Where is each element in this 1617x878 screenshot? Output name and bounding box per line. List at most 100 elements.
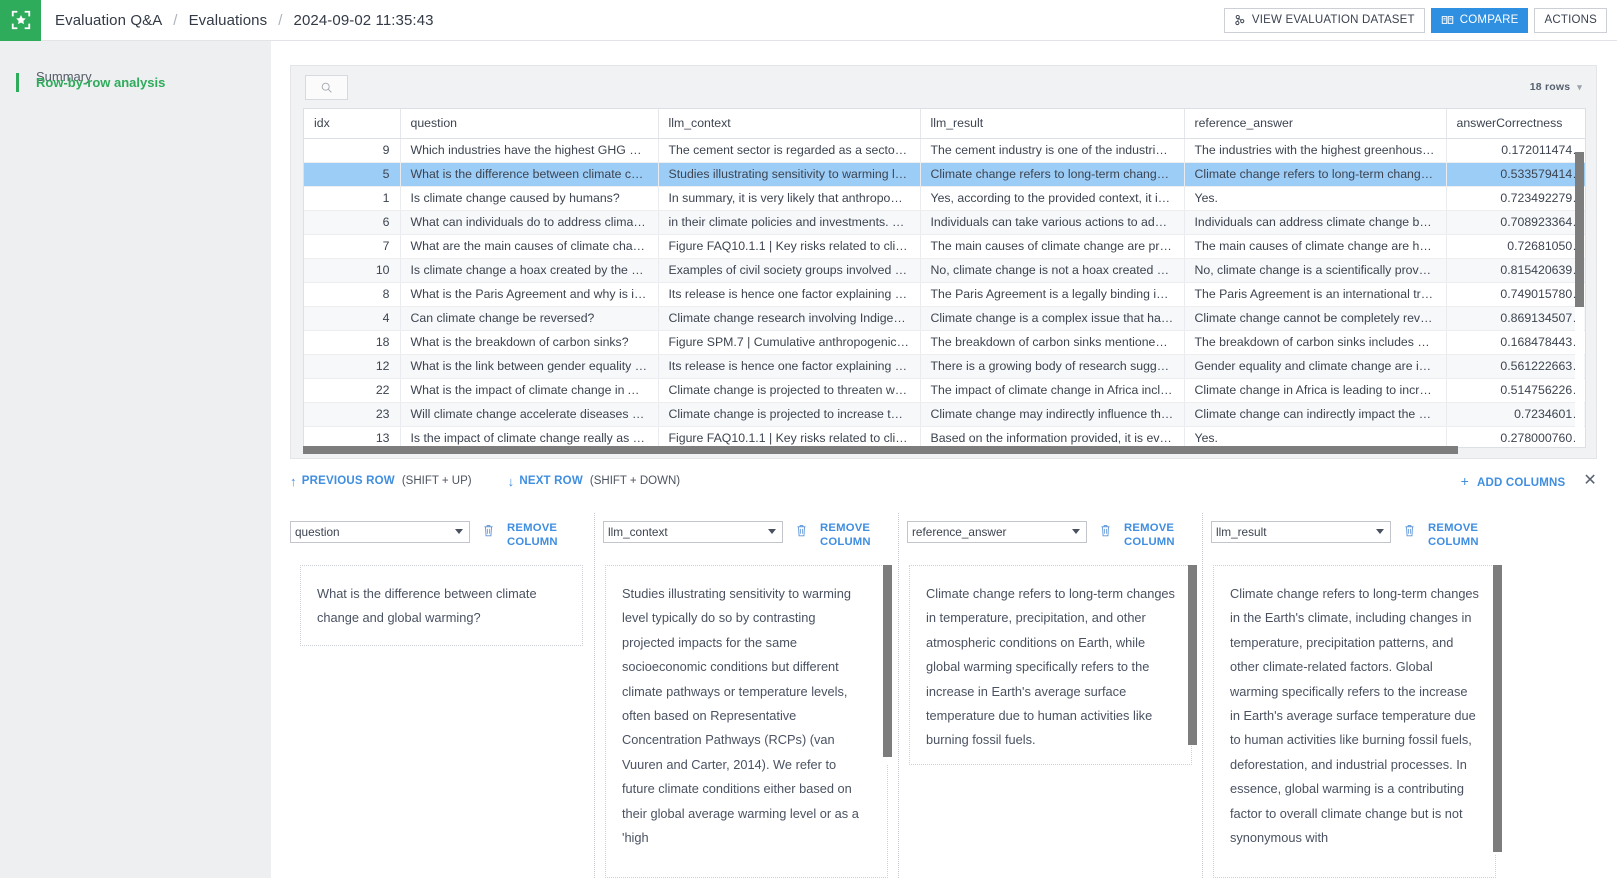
breadcrumb-item-app[interactable]: Evaluation Q&A xyxy=(55,12,162,29)
table-row[interactable]: 13 Is the impact of climate change really… xyxy=(304,426,1585,447)
grid-horizontal-scrollbar-thumb[interactable] xyxy=(303,446,1458,454)
breadcrumb-item-timestamp[interactable]: 2024-09-02 11:35:43 xyxy=(294,12,434,29)
table-cell-llm-result: Climate change is a complex issue that h… xyxy=(920,306,1185,331)
table-cell-llm-context: Figure FAQ10.1.1 | Key risks related to … xyxy=(658,426,921,447)
results-table-card: 18 rows ▾ idx question llm_context llm_r… xyxy=(290,65,1597,459)
table-cell-idx: 13 xyxy=(304,426,401,447)
table-cell-llm-result: The main causes of climate change are pr… xyxy=(920,234,1185,259)
table-row[interactable]: 8 What is the Paris Agreement and why is … xyxy=(304,282,1585,307)
table-row[interactable]: 5 What is the difference between climate … xyxy=(304,162,1585,187)
compare-button[interactable]: COMPARE xyxy=(1430,7,1529,33)
delete-column-icon[interactable] xyxy=(482,523,495,543)
detail-column-scrollbar-thumb[interactable] xyxy=(883,565,892,757)
table-cell-reference-answer: Climate change cannot be completely reve… xyxy=(1184,306,1447,331)
detail-cell-content: Climate change refers to long-term chang… xyxy=(909,565,1192,765)
table-cell-reference-answer: The breakdown of carbon sinks includes o… xyxy=(1184,330,1447,355)
table-cell-idx: 5 xyxy=(304,162,401,187)
table-cell-llm-result: No, climate change is not a hoax created… xyxy=(920,258,1185,283)
table-cell-llm-context: Figure FAQ10.1.1 | Key risks related to … xyxy=(658,234,921,259)
remove-column-button[interactable]: REMOVE COLUMN xyxy=(1124,521,1186,549)
table-cell-question: Is the impact of climate change really a… xyxy=(400,426,659,447)
table-row[interactable]: 12 What is the link between gender equali… xyxy=(304,354,1585,379)
table-row[interactable]: 4 Can climate change be reversed? Climate … xyxy=(304,306,1585,331)
column-select-llm-result[interactable]: idxquestionllm_contextllm_resultreferenc… xyxy=(1211,521,1391,543)
detail-column-scrollbar-thumb[interactable] xyxy=(1188,565,1197,745)
table-search-box[interactable] xyxy=(305,74,348,100)
column-select-llm-context[interactable]: idxquestionllm_contextllm_resultreferenc… xyxy=(603,521,783,543)
sidebar-item-row-by-row-analysis[interactable]: Row-by-row analysis xyxy=(0,69,271,96)
breadcrumb-item-evaluations[interactable]: Evaluations xyxy=(189,12,268,29)
column-header-answer-correctness[interactable]: answerCorrectness xyxy=(1446,109,1585,139)
table-cell-answerCorrectness: 0.168478443… xyxy=(1446,330,1585,355)
detail-column-scrollbar[interactable] xyxy=(1493,565,1502,855)
detail-column-llm-context: idxquestionllm_contextllm_resultreferenc… xyxy=(594,513,898,878)
actions-button[interactable]: ACTIONS xyxy=(1534,7,1607,33)
close-panel-icon[interactable]: ✕ xyxy=(1583,473,1597,489)
delete-column-icon[interactable] xyxy=(1099,523,1112,543)
data-grid-table: idx question llm_context llm_result refe… xyxy=(304,109,1585,447)
next-row-button[interactable]: ↓ NEXT ROW xyxy=(508,474,583,489)
table-cell-reference-answer: Climate change in Africa is leading to i… xyxy=(1184,378,1447,403)
table-cell-reference-answer: Yes. xyxy=(1184,186,1447,211)
table-cell-llm-context: Figure SPM.7 | Cumulative anthropogenic … xyxy=(658,330,921,355)
grid-vertical-scrollbar[interactable] xyxy=(1575,139,1584,447)
table-cell-idx: 4 xyxy=(304,306,401,331)
table-cell-question: Will climate change accelerate diseases … xyxy=(400,402,659,427)
column-header-idx[interactable]: idx xyxy=(304,109,401,139)
column-header-llm-context[interactable]: llm_context xyxy=(658,109,921,139)
search-icon xyxy=(321,82,332,93)
previous-row-button[interactable]: ↑ PREVIOUS ROW xyxy=(290,474,395,489)
table-cell-idx: 8 xyxy=(304,282,401,307)
table-cell-answerCorrectness: 0.172011474… xyxy=(1446,138,1585,163)
table-cell-question: Which industries have the highest GHG em… xyxy=(400,138,659,163)
table-cell-llm-result: Yes, according to the provided context, … xyxy=(920,186,1185,211)
table-cell-llm-context: Climate change research involving Indige… xyxy=(658,306,921,331)
delete-column-icon[interactable] xyxy=(1403,523,1416,543)
detail-column-scrollbar-thumb[interactable] xyxy=(1493,565,1502,852)
column-header-question[interactable]: question xyxy=(400,109,659,139)
add-columns-label: ADD COLUMNS xyxy=(1476,477,1566,489)
table-cell-idx: 1 xyxy=(304,186,401,211)
detail-cell-content: Climate change refers to long-term chang… xyxy=(1213,565,1496,878)
add-columns-button[interactable]: + ADD COLUMNS xyxy=(1461,473,1566,489)
column-select-reference-answer[interactable]: idxquestionllm_contextllm_resultreferenc… xyxy=(907,521,1087,543)
table-cell-question: What is the link between gender equality… xyxy=(400,354,659,379)
column-select-wrapper: idxquestionllm_contextllm_resultreferenc… xyxy=(603,521,783,543)
grid-vertical-scrollbar-thumb[interactable] xyxy=(1575,152,1584,307)
table-cell-reference-answer: The industries with the highest greenhou… xyxy=(1184,138,1447,163)
column-header-llm-result[interactable]: llm_result xyxy=(920,109,1185,139)
detail-column-scrollbar[interactable] xyxy=(883,565,892,765)
table-cell-llm-context: Climate change is projected to increase … xyxy=(658,402,921,427)
app-logo[interactable] xyxy=(0,0,41,41)
row-count-label: 18 rows xyxy=(1529,81,1571,93)
table-cell-llm-result: Climate change refers to long-term chang… xyxy=(920,162,1185,187)
remove-column-button[interactable]: REMOVE COLUMN xyxy=(507,521,569,549)
column-header-reference-answer[interactable]: reference_answer xyxy=(1184,109,1447,139)
top-header-bar: Evaluation Q&A / Evaluations / 2024-09-0… xyxy=(0,0,1617,41)
table-row[interactable]: 10 Is climate change a hoax created by th… xyxy=(304,258,1585,283)
remove-column-button[interactable]: REMOVE COLUMN xyxy=(820,521,882,549)
delete-column-icon[interactable] xyxy=(795,523,808,543)
table-row[interactable]: 18 What is the breakdown of carbon sinks?… xyxy=(304,330,1585,355)
table-cell-llm-context: Studies illustrating sensitivity to warm… xyxy=(658,162,921,187)
row-navigation-bar: ↑ PREVIOUS ROW (SHIFT + UP) ↓ NEXT ROW (… xyxy=(290,468,1597,494)
column-select-question[interactable]: idxquestionllm_contextllm_resultreferenc… xyxy=(290,521,470,543)
view-evaluation-dataset-button[interactable]: VIEW EVALUATION DATASET xyxy=(1223,7,1425,33)
table-cell-llm-context: in their climate policies and investment… xyxy=(658,210,921,235)
table-row[interactable]: 22 What is the impact of climate change i… xyxy=(304,378,1585,403)
table-cell-reference-answer: Climate change can indirectly impact the… xyxy=(1184,402,1447,427)
grid-horizontal-scrollbar[interactable] xyxy=(303,446,1586,454)
table-row[interactable]: 7 What are the main causes of climate cha… xyxy=(304,234,1585,259)
table-cell-answerCorrectness: 0.723492279… xyxy=(1446,186,1585,211)
data-grid[interactable]: idx question llm_context llm_result refe… xyxy=(303,108,1586,448)
chevron-down-icon[interactable]: ▾ xyxy=(1577,82,1582,93)
table-row[interactable]: 1 Is climate change caused by humans? In s… xyxy=(304,186,1585,211)
table-row[interactable]: 23 Will climate change accelerate disease… xyxy=(304,402,1585,427)
detail-column-scrollbar[interactable] xyxy=(1188,565,1197,745)
breadcrumb-separator: / xyxy=(173,11,178,29)
breadcrumb: Evaluation Q&A / Evaluations / 2024-09-0… xyxy=(55,12,434,29)
remove-column-button[interactable]: REMOVE COLUMN xyxy=(1428,521,1490,549)
table-cell-idx: 23 xyxy=(304,402,401,427)
table-row[interactable]: 9 Which industries have the highest GHG e… xyxy=(304,138,1585,163)
table-row[interactable]: 6 What can individuals do to address clim… xyxy=(304,210,1585,235)
